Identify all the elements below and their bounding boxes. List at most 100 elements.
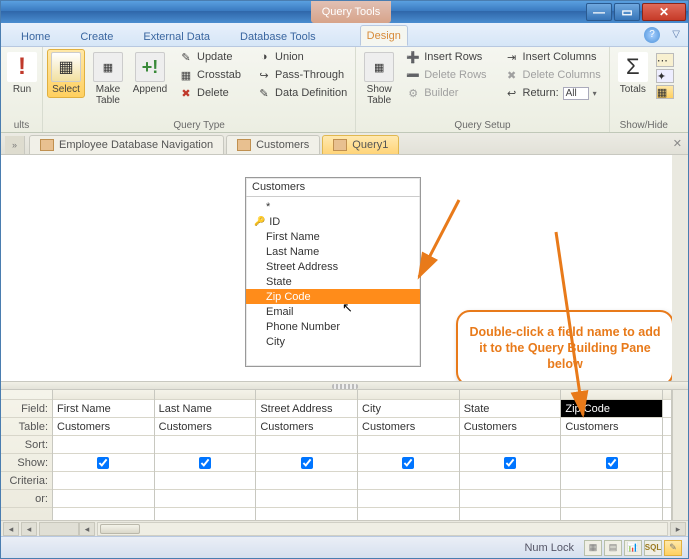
field-cell[interactable]: State	[460, 400, 561, 418]
or-cell[interactable]	[53, 490, 154, 508]
field-list-item[interactable]: City	[246, 334, 420, 349]
or-cell[interactable]	[155, 490, 256, 508]
sort-cell[interactable]	[358, 436, 459, 454]
run-button[interactable]: ! Run	[5, 49, 39, 98]
close-tab-button[interactable]: ✕	[673, 137, 682, 150]
show-checkbox[interactable]	[97, 457, 109, 469]
sql-view-button[interactable]: SQL	[644, 540, 662, 556]
table-cell[interactable]: Customers	[256, 418, 357, 436]
field-cell[interactable]: Last Name	[155, 400, 256, 418]
grid-column[interactable]: Last NameCustomers	[155, 390, 257, 520]
field-list-item[interactable]: Last Name	[246, 244, 420, 259]
table-field-list[interactable]: Customers *IDFirst NameLast NameStreet A…	[245, 177, 421, 367]
show-cell[interactable]	[460, 454, 561, 472]
criteria-cell[interactable]	[358, 472, 459, 490]
delete-rows-button[interactable]: ➖Delete Rows	[402, 67, 490, 83]
return-control[interactable]: ↩ Return: All▾	[501, 85, 605, 101]
totals-button[interactable]: Σ Totals	[614, 49, 652, 98]
window-minimize-button[interactable]: —	[586, 3, 612, 21]
or-cell[interactable]	[561, 490, 662, 508]
vertical-scrollbar[interactable]	[672, 155, 688, 381]
field-cell[interactable]: First Name	[53, 400, 154, 418]
tab-create[interactable]: Create	[74, 27, 119, 46]
criteria-cell[interactable]	[561, 472, 662, 490]
return-dropdown[interactable]: All	[563, 87, 589, 100]
pane-splitter[interactable]	[1, 381, 688, 390]
pass-through-button[interactable]: ↪Pass-Through	[253, 67, 351, 83]
help-icon[interactable]: ?	[644, 27, 660, 43]
design-view-button[interactable]: ✎	[664, 540, 682, 556]
show-checkbox[interactable]	[504, 457, 516, 469]
nav-pane-toggle[interactable]: »	[5, 136, 25, 154]
or-cell[interactable]	[256, 490, 357, 508]
document-tab-active[interactable]: Query1	[322, 135, 399, 154]
select-query-button[interactable]: ▦ Select	[47, 49, 85, 98]
delete-button[interactable]: ✖Delete	[175, 85, 245, 101]
or-cell[interactable]	[358, 490, 459, 508]
field-list-item[interactable]: First Name	[246, 229, 420, 244]
union-button[interactable]: ◑Union	[253, 49, 351, 65]
delete-columns-button[interactable]: ✖Delete Columns	[501, 67, 605, 83]
sort-cell[interactable]	[155, 436, 256, 454]
field-list-item[interactable]: Zip Code	[246, 289, 420, 304]
sort-cell[interactable]	[561, 436, 662, 454]
field-list-item[interactable]: Street Address	[246, 259, 420, 274]
sort-cell[interactable]	[460, 436, 561, 454]
tab-database-tools[interactable]: Database Tools	[234, 27, 322, 46]
show-checkbox[interactable]	[301, 457, 313, 469]
criteria-cell[interactable]	[53, 472, 154, 490]
criteria-cell[interactable]	[460, 472, 561, 490]
minimize-ribbon-icon[interactable]: ▽	[672, 29, 680, 40]
field-list-item[interactable]: Phone Number	[246, 319, 420, 334]
table-names-icon[interactable]: ▦	[656, 85, 674, 99]
sort-cell[interactable]	[53, 436, 154, 454]
column-selector[interactable]	[358, 390, 459, 400]
table-cell[interactable]: Customers	[358, 418, 459, 436]
grid-column[interactable]: First NameCustomers	[53, 390, 155, 520]
insert-columns-button[interactable]: ⇥Insert Columns	[501, 49, 605, 65]
update-button[interactable]: ✎Update	[175, 49, 245, 65]
column-selector[interactable]	[53, 390, 154, 400]
make-table-button[interactable]: ▦ Make Table	[89, 49, 127, 109]
or-cell[interactable]	[460, 490, 561, 508]
tab-external-data[interactable]: External Data	[137, 27, 216, 46]
column-selector[interactable]	[460, 390, 561, 400]
builder-button[interactable]: ⚙Builder	[402, 85, 490, 101]
criteria-cell[interactable]	[256, 472, 357, 490]
grid-column[interactable]: StateCustomers	[460, 390, 562, 520]
datasheet-view-button[interactable]: ▦	[584, 540, 602, 556]
record-first-button[interactable]: ◂	[3, 522, 19, 536]
column-selector[interactable]	[561, 390, 662, 400]
show-cell[interactable]	[256, 454, 357, 472]
field-list-item[interactable]: *	[246, 199, 420, 214]
append-button[interactable]: +! Append	[131, 49, 169, 98]
show-checkbox[interactable]	[199, 457, 211, 469]
scroll-thumb[interactable]	[100, 524, 140, 534]
window-close-button[interactable]: ✕	[642, 3, 686, 21]
grid-column[interactable]: Street AddressCustomers	[256, 390, 358, 520]
scroll-left-button[interactable]: ◂	[21, 522, 37, 536]
scroll-track[interactable]	[97, 522, 668, 536]
grid-column[interactable]: CityCustomers	[358, 390, 460, 520]
field-list-item[interactable]: ID	[246, 214, 420, 229]
table-cell[interactable]: Customers	[460, 418, 561, 436]
column-selector[interactable]	[256, 390, 357, 400]
grid-column[interactable]: Zip CodeCustomers	[561, 390, 663, 520]
document-tab[interactable]: Employee Database Navigation	[29, 135, 224, 154]
crosstab-button[interactable]: ▦Crosstab	[175, 67, 245, 83]
property-sheet-icon[interactable]: ✦	[656, 69, 674, 83]
field-cell[interactable]: City	[358, 400, 459, 418]
column-selector[interactable]	[155, 390, 256, 400]
show-checkbox[interactable]	[402, 457, 414, 469]
tab-design[interactable]: Design	[360, 25, 408, 46]
show-cell[interactable]	[155, 454, 256, 472]
show-cell[interactable]	[358, 454, 459, 472]
window-maximize-button[interactable]: ▭	[614, 3, 640, 21]
show-checkbox[interactable]	[606, 457, 618, 469]
table-cell[interactable]: Customers	[53, 418, 154, 436]
insert-rows-button[interactable]: ➕Insert Rows	[402, 49, 490, 65]
vertical-scrollbar[interactable]	[672, 390, 688, 520]
show-cell[interactable]	[53, 454, 154, 472]
show-cell[interactable]	[561, 454, 662, 472]
table-cell[interactable]: Customers	[155, 418, 256, 436]
